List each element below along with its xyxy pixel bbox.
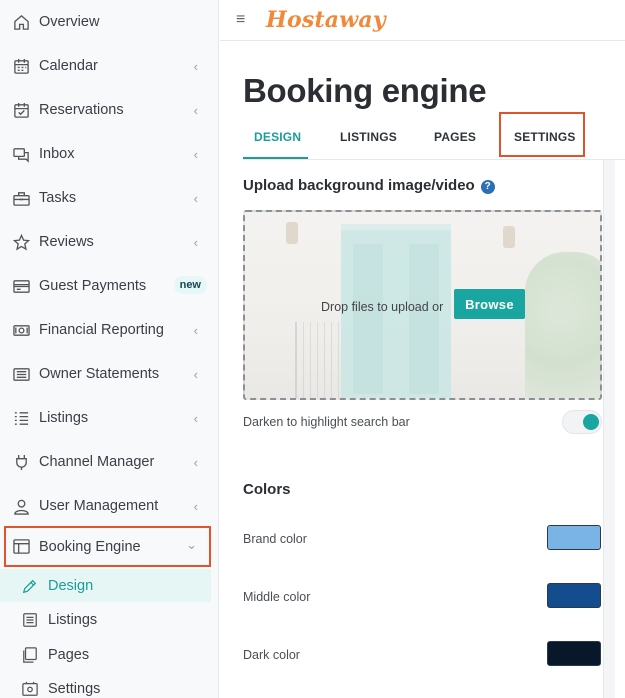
- sidebar-item-user-management[interactable]: User Management ‹: [0, 484, 219, 528]
- credit-card-icon: [12, 277, 30, 295]
- sidebar-subitem-label: Design: [48, 577, 94, 594]
- sidebar-item-label: Listings: [39, 410, 89, 426]
- brand-color-swatch[interactable]: [547, 525, 601, 550]
- list-icon: [12, 409, 30, 427]
- sidebar-item-reservations[interactable]: Reservations ‹: [0, 88, 219, 132]
- chevron-left-icon: ‹: [193, 410, 198, 426]
- upload-dropzone[interactable]: Drop files to upload or Browse: [243, 210, 602, 400]
- chevron-left-icon: ‹: [193, 454, 198, 470]
- sidebar-item-tasks[interactable]: Tasks ‹: [0, 176, 219, 220]
- scrollbar[interactable]: [603, 160, 615, 698]
- sidebar-item-label: User Management: [39, 498, 159, 514]
- top-bar: ≡ Hostaway: [220, 0, 625, 41]
- sidebar-subitem-listings[interactable]: Listings: [0, 603, 211, 636]
- sidebar-item-label: Booking Engine: [39, 538, 141, 555]
- sidebar-item-inbox[interactable]: Inbox ‹: [0, 132, 219, 176]
- settings-highlight-box: [499, 112, 585, 157]
- calendar-check-icon: [12, 101, 30, 119]
- sidebar-item-label: Channel Manager: [39, 454, 155, 470]
- page-title: Booking engine: [243, 72, 487, 109]
- upload-heading: Upload background image/video?: [243, 177, 495, 194]
- money-icon: [12, 321, 30, 339]
- sidebar-item-overview[interactable]: Overview: [0, 0, 219, 44]
- chevron-left-icon: ‹: [193, 58, 198, 74]
- chevron-left-icon: ‹: [193, 146, 198, 162]
- darken-label: Darken to highlight search bar: [243, 415, 410, 429]
- pen-icon: [21, 577, 39, 595]
- dark-color-swatch[interactable]: [547, 641, 601, 666]
- sidebar-item-label: Reviews: [39, 234, 94, 250]
- sidebar-item-owner-statements[interactable]: Owner Statements ‹: [0, 352, 219, 396]
- colors-heading: Colors: [243, 481, 291, 498]
- chevron-down-icon: ⌄: [186, 537, 197, 552]
- sidebar-item-booking-engine[interactable]: Booking Engine ⌄: [4, 526, 211, 567]
- statement-icon: [12, 365, 30, 383]
- sidebar-item-label: Reservations: [39, 102, 124, 118]
- sidebar-item-label: Calendar: [39, 58, 98, 74]
- chevron-left-icon: ‹: [193, 322, 198, 338]
- sidebar-item-channel-manager[interactable]: Channel Manager ‹: [0, 440, 219, 484]
- chevron-left-icon: ‹: [193, 366, 198, 382]
- sidebar-item-label: Owner Statements: [39, 366, 160, 382]
- tab-pages[interactable]: PAGES: [434, 130, 476, 144]
- chevron-left-icon: ‹: [193, 190, 198, 206]
- upload-heading-text: Upload background image/video: [243, 177, 475, 194]
- toolbox-icon: [12, 189, 30, 207]
- toggle-knob: [583, 414, 599, 430]
- chevron-left-icon: ‹: [193, 102, 198, 118]
- sidebar-subitem-label: Pages: [48, 646, 90, 663]
- brand-color-label: Brand color: [243, 532, 307, 546]
- home-icon: [12, 13, 30, 31]
- calendar-icon: [12, 57, 30, 75]
- plug-icon: [12, 453, 30, 471]
- sidebar-subitem-pages[interactable]: Pages: [0, 638, 211, 671]
- sidebar-subitem-design[interactable]: Design: [0, 569, 211, 602]
- tab-design[interactable]: DESIGN: [254, 130, 301, 144]
- sidebar-subitem-label: Settings: [48, 680, 101, 697]
- help-icon[interactable]: ?: [480, 179, 495, 194]
- sidebar-item-financial-reporting[interactable]: Financial Reporting ‹: [0, 308, 219, 352]
- middle-color-swatch[interactable]: [547, 583, 601, 608]
- drop-files-text: Drop files to upload or: [321, 300, 444, 314]
- sidebar-item-reviews[interactable]: Reviews ‹: [0, 220, 219, 264]
- new-badge: new: [173, 276, 207, 294]
- settings-box-icon: [21, 680, 39, 698]
- sidebar-item-label: Inbox: [39, 146, 75, 162]
- browse-button[interactable]: Browse: [454, 289, 525, 319]
- sidebar-item-guest-payments[interactable]: Guest Payments new: [0, 264, 219, 308]
- sidebar-subitem-label: Listings: [48, 611, 98, 628]
- layout-icon: [12, 538, 30, 556]
- tab-listings[interactable]: LISTINGS: [340, 130, 397, 144]
- chevron-left-icon: ‹: [193, 234, 198, 250]
- star-icon: [12, 233, 30, 251]
- user-icon: [12, 497, 30, 515]
- active-tab-indicator: [243, 157, 308, 159]
- sidebar: Overview Calendar ‹ Reservations ‹ Inbox…: [0, 0, 219, 698]
- hostaway-logo[interactable]: Hostaway: [266, 7, 386, 33]
- sidebar-subitem-settings[interactable]: Settings: [0, 672, 211, 698]
- sidebar-item-label: Financial Reporting: [39, 322, 164, 338]
- sidebar-item-calendar[interactable]: Calendar ‹: [0, 44, 219, 88]
- sidebar-item-listings[interactable]: Listings ‹: [0, 396, 219, 440]
- chevron-left-icon: ‹: [193, 498, 198, 514]
- pages-icon: [21, 646, 39, 664]
- list-box-icon: [21, 611, 39, 629]
- chat-icon: [12, 145, 30, 163]
- dark-color-label: Dark color: [243, 648, 300, 662]
- darken-toggle[interactable]: [562, 410, 602, 434]
- sidebar-item-label: Tasks: [39, 190, 77, 206]
- sidebar-item-label: Overview: [39, 14, 100, 30]
- middle-color-label: Middle color: [243, 590, 311, 604]
- menu-icon[interactable]: ≡: [236, 11, 250, 29]
